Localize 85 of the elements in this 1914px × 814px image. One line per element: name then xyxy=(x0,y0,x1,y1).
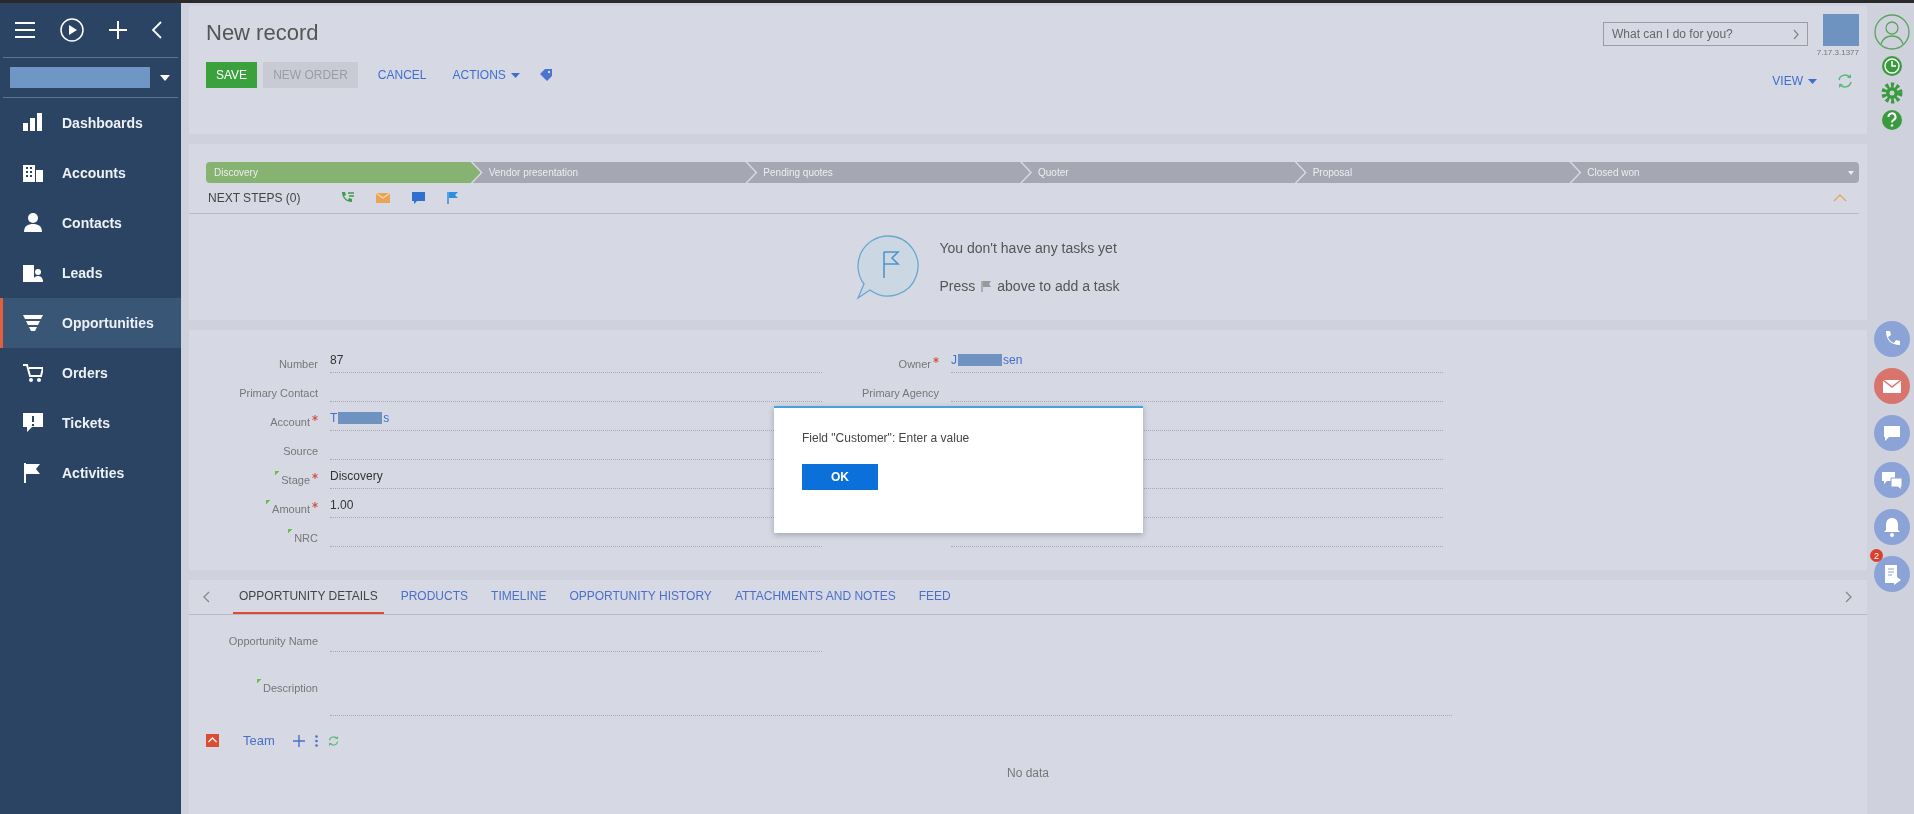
nav-item[interactable]: Contacts xyxy=(0,198,181,248)
view-dropdown[interactable]: VIEW xyxy=(1772,68,1817,94)
field-label: Amount xyxy=(266,499,318,516)
tab[interactable]: ATTACHMENTS AND NOTES xyxy=(728,580,902,614)
stage-step[interactable]: Closed won xyxy=(1571,162,1860,183)
contact-card-icon xyxy=(23,263,43,283)
caret-icon xyxy=(510,72,520,78)
chevron-right-icon[interactable] xyxy=(1793,29,1799,40)
field-label: Opportunity Name xyxy=(227,634,318,648)
chat-icon[interactable] xyxy=(412,192,426,204)
tag-icon[interactable] xyxy=(539,69,552,81)
settings-icon[interactable] xyxy=(1881,82,1903,104)
hint-text: Press xyxy=(939,278,976,294)
chats-icon[interactable] xyxy=(1874,462,1910,498)
phone-icon[interactable] xyxy=(1874,321,1910,357)
cart-icon xyxy=(23,363,43,383)
chevron-left-icon[interactable] xyxy=(203,591,210,603)
next-steps-tab[interactable]: NEXT STEPS (0) xyxy=(208,191,301,205)
notification-badge: 2 xyxy=(1870,549,1883,562)
alert-icon xyxy=(23,413,43,433)
nav-item[interactable]: Accounts xyxy=(0,148,181,198)
nav-item[interactable]: Dashboards xyxy=(0,98,181,148)
stage-step[interactable]: Pending quotes xyxy=(747,162,1030,183)
field-label: Number xyxy=(277,356,318,371)
funnel-icon xyxy=(23,313,43,333)
flag-icon xyxy=(981,280,992,292)
field-label: Source xyxy=(282,443,318,458)
field-label: Primary Agency xyxy=(860,385,939,400)
chat-icon[interactable] xyxy=(1874,415,1910,451)
field-label: NRC xyxy=(288,528,318,545)
tab[interactable]: TIMELINE xyxy=(485,580,553,614)
section-title[interactable]: Team xyxy=(243,733,275,748)
field-value: Discovery xyxy=(330,469,383,483)
stage-step[interactable]: Proposal xyxy=(1296,162,1580,183)
save-button[interactable]: SAVE xyxy=(206,62,258,88)
photo-placeholder xyxy=(1823,14,1859,46)
empty-message: You don't have any tasks yet xyxy=(939,240,1118,256)
bar-chart-icon xyxy=(23,113,43,133)
tab[interactable]: FEED xyxy=(912,580,957,614)
tab[interactable]: PRODUCTS xyxy=(394,580,475,614)
refresh-icon[interactable] xyxy=(1837,74,1853,88)
dialog-message: Field "Customer": Enter a value xyxy=(802,431,971,445)
stage-step[interactable]: Vendor presentation xyxy=(472,162,756,183)
hint-text: above to add a task xyxy=(997,278,1120,294)
flag-icon[interactable] xyxy=(447,192,459,204)
field-label: Stage xyxy=(275,470,318,487)
menu-icon[interactable] xyxy=(15,22,35,38)
envelope-icon[interactable] xyxy=(376,193,391,203)
stage-step[interactable]: Discovery xyxy=(206,162,481,183)
building-icon xyxy=(23,163,43,183)
version-label: 7.17.3.1377 xyxy=(1816,48,1859,57)
profile-icon[interactable] xyxy=(1874,14,1910,50)
caret-icon xyxy=(1848,170,1855,175)
tab[interactable]: OPPORTUNITY HISTORY xyxy=(563,580,718,614)
cancel-button[interactable]: CANCEL xyxy=(377,62,427,88)
field-label: Description xyxy=(256,679,318,695)
refresh-icon[interactable] xyxy=(327,735,339,746)
chevron-right-icon[interactable] xyxy=(1845,591,1852,603)
field-value: 1.00 xyxy=(330,498,354,512)
help-icon[interactable] xyxy=(1881,109,1903,131)
caret-icon xyxy=(1808,78,1817,84)
actions-dropdown[interactable]: ACTIONS xyxy=(452,62,520,88)
task-flag-icon xyxy=(855,234,920,300)
person-icon xyxy=(23,213,43,233)
phone-icon[interactable] xyxy=(340,191,355,205)
flag-icon xyxy=(23,463,43,483)
field-value: 87 xyxy=(330,353,344,367)
ok-button[interactable]: OK xyxy=(802,464,878,490)
nav-item[interactable]: Orders xyxy=(0,348,181,398)
caret-icon[interactable] xyxy=(160,74,170,81)
nav-item[interactable]: Tickets xyxy=(0,398,181,448)
nav-item[interactable]: Activities xyxy=(0,448,181,498)
more-icon[interactable] xyxy=(314,734,318,747)
search-field[interactable]: What can I do for you? xyxy=(1603,22,1808,46)
page-title: New record xyxy=(206,20,320,46)
nav-item[interactable]: Opportunities xyxy=(0,298,181,348)
clock-icon[interactable] xyxy=(1881,55,1903,77)
empty-message: No data xyxy=(1007,766,1049,780)
nav-item[interactable]: Leads xyxy=(0,248,181,298)
stage-step[interactable]: Quoter xyxy=(1022,162,1305,183)
envelope-icon[interactable] xyxy=(1874,368,1910,404)
field-label: Primary Contact xyxy=(238,385,318,400)
play-icon[interactable] xyxy=(60,18,84,42)
bell-icon[interactable] xyxy=(1874,509,1910,545)
tab[interactable]: OPPORTUNITY DETAILS xyxy=(233,580,384,614)
